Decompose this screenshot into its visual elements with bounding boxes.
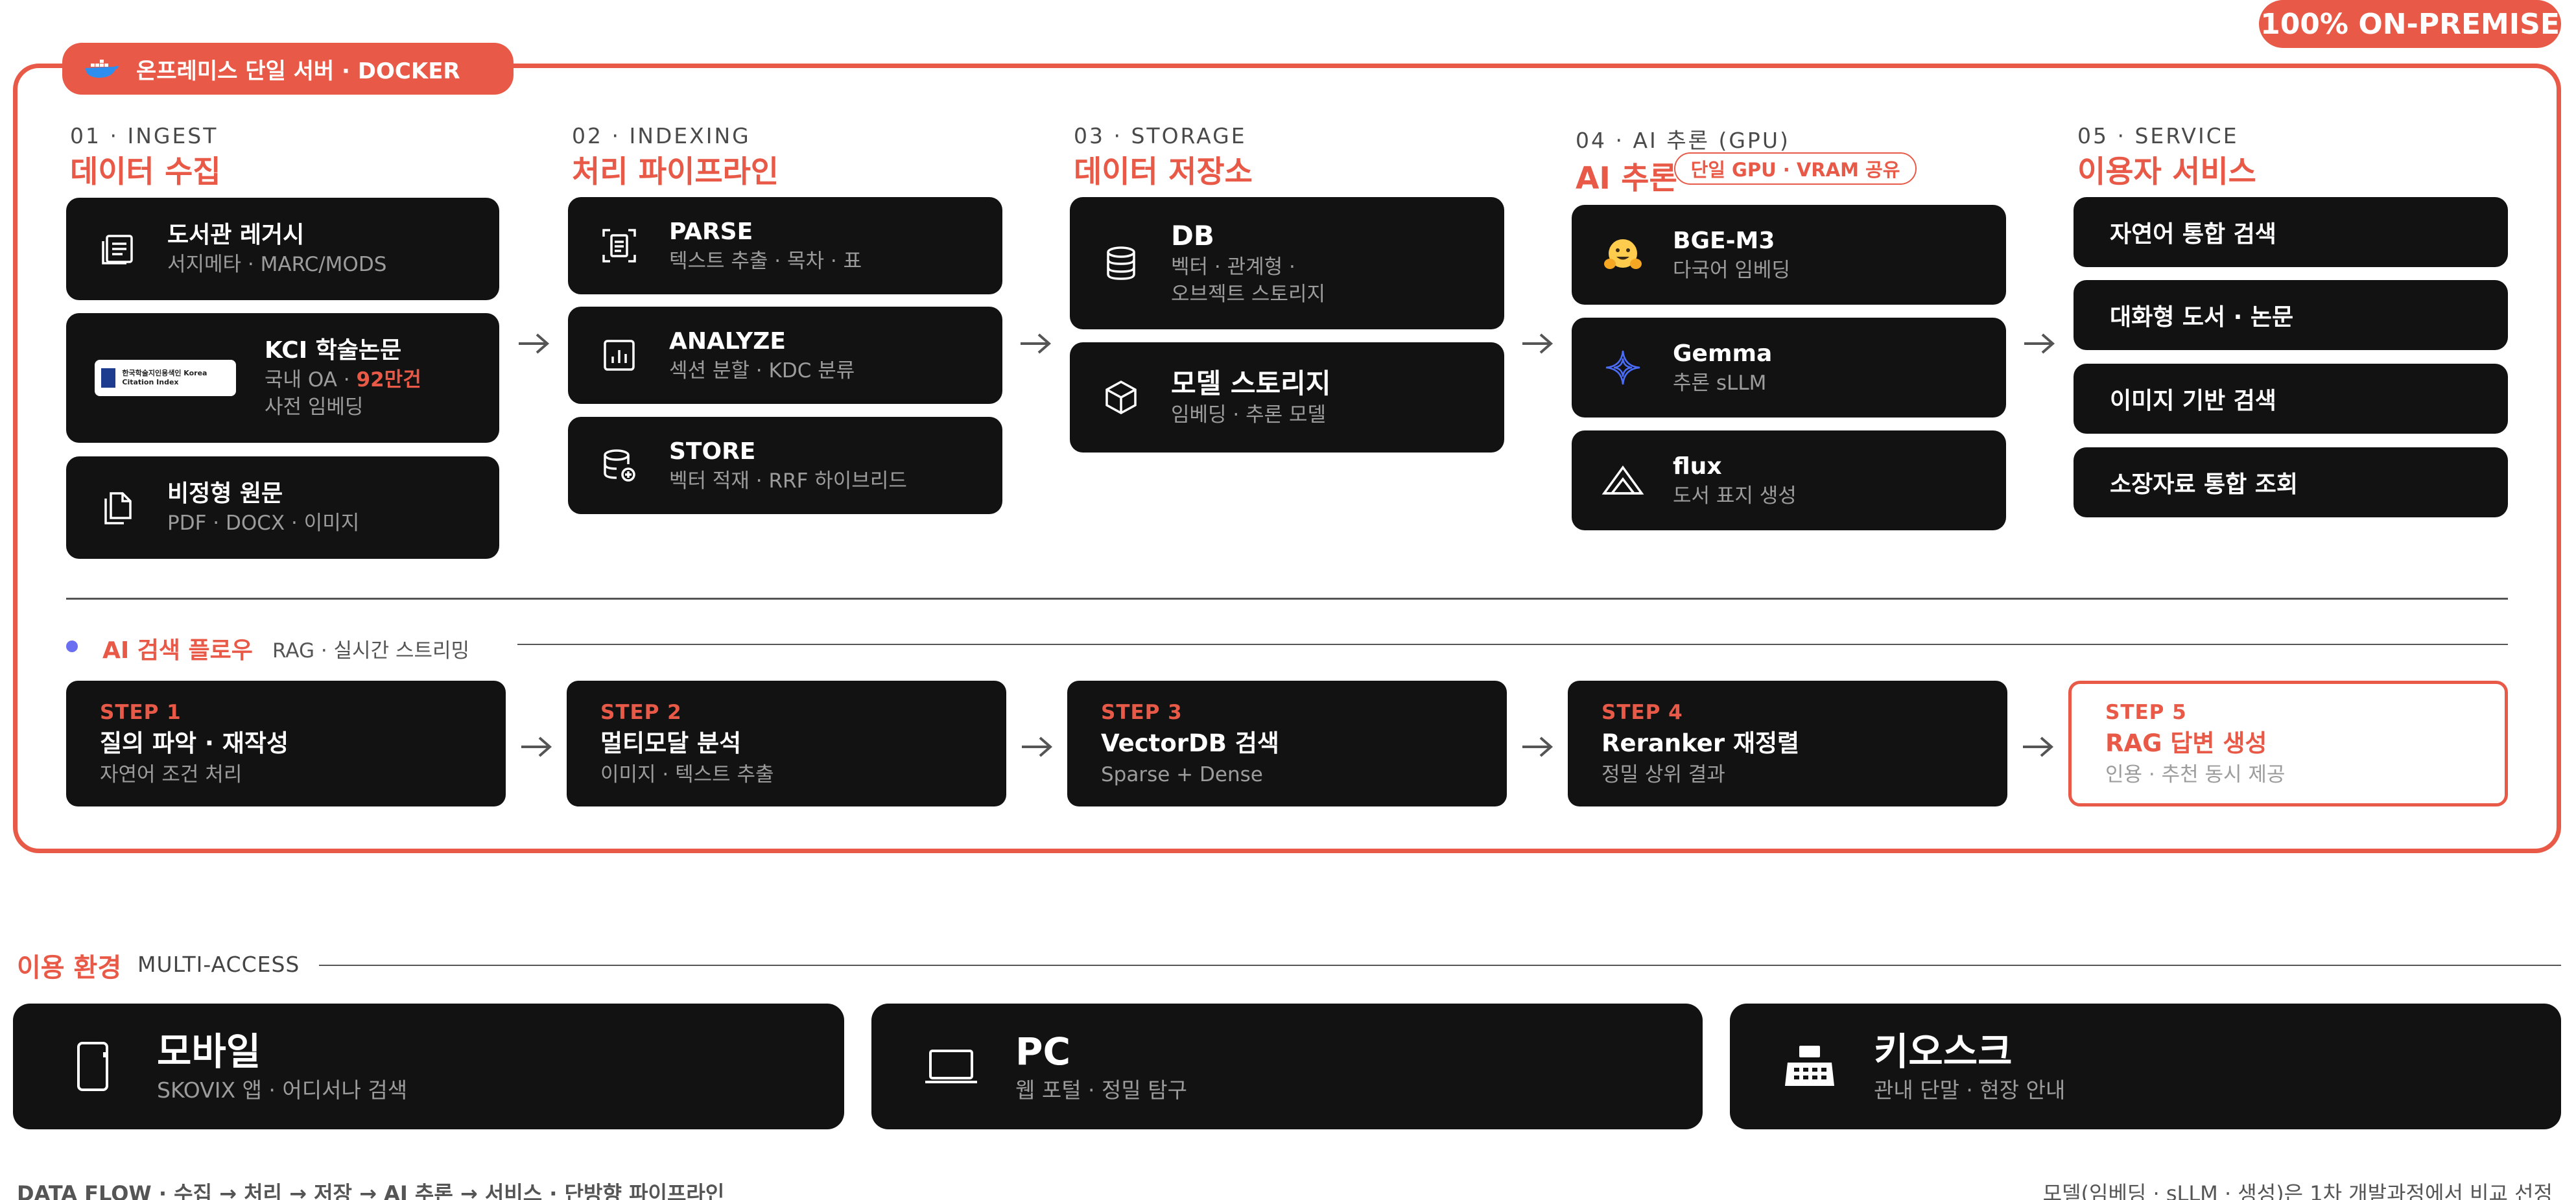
flow-dot-icon — [66, 641, 78, 652]
footer-data-flow: DATA FLOW · 수집 → 처리 → 저장 → AI 추론 → 서비스 ·… — [17, 1181, 725, 1200]
kci-count: 92만건 — [356, 368, 421, 392]
on-premise-badge: 100% ON-PREMISE — [2259, 0, 2561, 48]
access-kiosk: 키오스크 관내 단말 · 현장 안내 — [1730, 1004, 2561, 1129]
col4-title: AI 추론 — [1576, 161, 1677, 196]
database-icon — [1098, 241, 1144, 286]
card-sub: 텍스트 추출 · 목차 · 표 — [669, 250, 862, 273]
flux-triangle-icon — [1600, 458, 1646, 503]
mobile-icon — [64, 1037, 122, 1096]
flow-step-3: STEP 3 VectorDB 검색 Sparse + Dense — [1067, 681, 1507, 806]
gpu-pill: 단일 GPU · VRAM 공유 — [1674, 152, 1917, 185]
card-sub2: 사전 임베딩 — [265, 395, 364, 419]
cube-icon — [1098, 375, 1144, 420]
flow-divider — [517, 644, 2508, 645]
arrow-right-icon — [2023, 736, 2054, 757]
flow-step-2: STEP 2 멀티모달 분석 이미지 · 텍스트 추출 — [567, 681, 1006, 806]
database-plus-icon — [597, 443, 642, 488]
card-sub: 벡터 적재 · RRF 하이브리드 — [669, 469, 907, 493]
service-item: 소장자료 통합 조회 — [2074, 447, 2508, 517]
document-stack-icon — [95, 226, 140, 272]
card-title: 도서관 레거시 — [167, 222, 305, 248]
arrow-right-icon — [521, 736, 552, 757]
card-sub: 도서 표지 생성 — [1673, 484, 1797, 508]
col5-label: 05 · SERVICE — [2077, 123, 2239, 148]
col3-label: 03 · STORAGE — [1074, 123, 1247, 148]
hugging-face-icon — [1600, 232, 1646, 277]
col5-title: 이용자 서비스 — [2077, 154, 2256, 190]
col2-label: 02 · INDEXING — [572, 123, 751, 148]
col1-label: 01 · INGEST — [70, 123, 219, 148]
card-sub: PDF · DOCX · 이미지 — [167, 512, 360, 535]
service-item: 대화형 도서 · 논문 — [2074, 280, 2508, 350]
card-sub: 추론 sLLM — [1673, 371, 1767, 395]
col3-title: 데이터 저장소 — [1074, 154, 1253, 190]
col2-title: 처리 파이프라인 — [572, 154, 779, 190]
service-item: 이미지 기반 검색 — [2074, 364, 2508, 434]
card-title: DB — [1171, 220, 1214, 252]
card-kci: 한국학술지인용색인 Korea Citation Index KCI 학술논문 … — [66, 313, 499, 443]
card-sub-prefix: 국내 OA · — [265, 368, 357, 392]
card-store: STORE 벡터 적재 · RRF 하이브리드 — [568, 417, 1002, 514]
card-bge: BGE-M3 다국어 임베딩 — [1572, 205, 2006, 305]
card-title: STORE — [669, 438, 756, 465]
footer-note: 모델(임베딩 · sLLM · 생성)은 1차 개발과정에서 비교 선정 — [2042, 1181, 2553, 1200]
arrow-right-icon — [1522, 736, 1554, 757]
kci-logo: 한국학술지인용색인 Korea Citation Index — [95, 360, 236, 396]
chart-box-icon — [597, 333, 642, 378]
server-tag: 온프레미스 단일 서버 · DOCKER — [62, 43, 514, 95]
card-sub: 섹션 분할 · KDC 분류 — [669, 359, 855, 382]
card-title: KCI 학술논문 — [265, 337, 402, 364]
arrow-right-icon — [2024, 333, 2055, 354]
section-divider — [66, 598, 2508, 600]
scan-document-icon — [597, 223, 642, 268]
card-title: BGE-M3 — [1673, 228, 1775, 254]
card-title: ANALYZE — [669, 328, 786, 355]
arrow-right-icon — [1021, 333, 1052, 354]
card-library-legacy: 도서관 레거시 서지메타 · MARC/MODS — [66, 198, 499, 300]
env-divider — [319, 965, 2561, 966]
flow-step-4: STEP 4 Reranker 재정렬 정밀 상위 결과 — [1568, 681, 2007, 806]
server-tag-label: 온프레미스 단일 서버 · DOCKER — [136, 58, 460, 84]
docker-whale-icon — [86, 60, 119, 78]
col4-label: 04 · AI 추론 (GPU) — [1576, 128, 1790, 153]
card-gemma: Gemma 추론 sLLM — [1572, 318, 2006, 418]
card-title: Gemma — [1673, 340, 1773, 367]
arrow-right-icon — [1522, 333, 1554, 354]
card-sub: 다국어 임베딩 — [1673, 259, 1790, 282]
card-db: DB 벡터 · 관계형 · 오브젝트 스토리지 — [1070, 197, 1504, 329]
flow-step-1: STEP 1 질의 파악 · 재작성 자연어 조건 처리 — [66, 681, 506, 806]
arrow-right-icon — [519, 333, 550, 354]
card-unstructured: 비정형 원문 PDF · DOCX · 이미지 — [66, 456, 499, 559]
card-title: 모델 스토리지 — [1171, 368, 1331, 399]
access-mobile: 모바일 SKOVIX 앱 · 어디서나 검색 — [13, 1004, 844, 1129]
card-sub: 벡터 · 관계형 · — [1171, 255, 1295, 279]
card-model-storage: 모델 스토리지 임베딩 · 추론 모델 — [1070, 342, 1504, 453]
card-sub: 서지메타 · MARC/MODS — [167, 253, 387, 276]
service-item: 자연어 통합 검색 — [2074, 197, 2508, 267]
card-sub2: 오브젝트 스토리지 — [1171, 283, 1326, 306]
laptop-icon — [922, 1037, 980, 1096]
env-title: 이용 환경 — [17, 953, 122, 983]
env-subtitle: MULTI-ACCESS — [137, 952, 300, 977]
card-parse: PARSE 텍스트 추출 · 목차 · 표 — [568, 197, 1002, 294]
access-pc: PC 웹 포털 · 정밀 탐구 — [871, 1004, 1703, 1129]
card-title: 비정형 원문 — [167, 480, 283, 507]
flow-title: AI 검색 플로우 — [102, 637, 253, 664]
flow-subtitle: RAG · 실시간 스트리밍 — [272, 639, 470, 663]
card-title: PARSE — [669, 218, 753, 245]
kiosk-icon — [1780, 1037, 1839, 1096]
card-title: flux — [1673, 453, 1722, 480]
flow-step-5: STEP 5 RAG 답변 생성 인용 · 추천 동시 제공 — [2068, 681, 2508, 806]
gemma-sparkle-icon — [1600, 345, 1646, 390]
col1-title: 데이터 수집 — [70, 154, 221, 190]
card-flux: flux 도서 표지 생성 — [1572, 430, 2006, 530]
files-icon — [95, 485, 140, 530]
card-sub: 임베딩 · 추론 모델 — [1171, 403, 1327, 427]
arrow-right-icon — [1022, 736, 1053, 757]
card-analyze: ANALYZE 섹션 분할 · KDC 분류 — [568, 307, 1002, 404]
